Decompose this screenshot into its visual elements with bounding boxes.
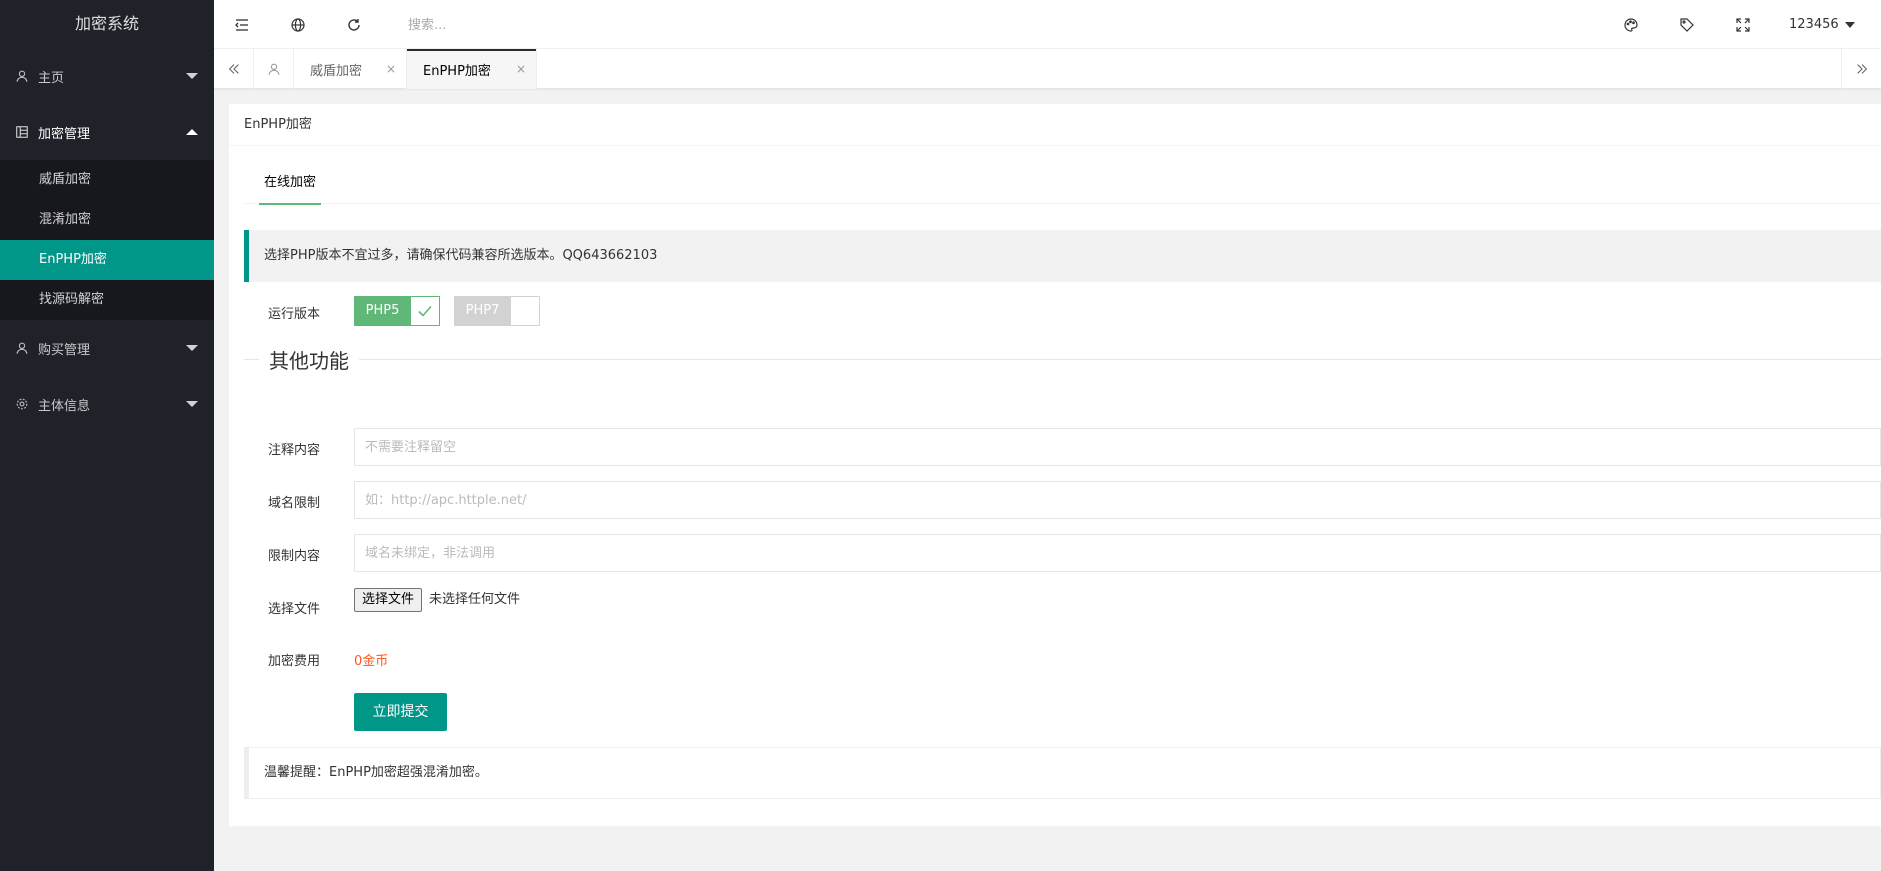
sidebar-item-label: 加密管理 (38, 126, 91, 142)
card-title: EnPHP加密 (229, 104, 1881, 146)
sidebar-subitem-obfuscate[interactable]: 混淆加密 (0, 200, 214, 240)
user-menu[interactable]: 123456 (1789, 0, 1855, 49)
submit-button[interactable]: 立即提交 (354, 693, 447, 731)
sidebar-subitem-enphp[interactable]: EnPHP加密 (0, 240, 214, 280)
tab-label: EnPHP加密 (423, 63, 491, 79)
home-tab-icon[interactable] (254, 49, 294, 89)
tag-icon[interactable] (1659, 0, 1715, 49)
section-legend: 其他功能 (259, 345, 359, 374)
chevron-down-icon (186, 73, 198, 79)
fee-value: 0金币 (354, 654, 389, 669)
checkbox-php7[interactable]: PHP7 (454, 296, 540, 326)
app-logo: 加密系统 (74, 14, 139, 33)
tabs-scroll-left-icon[interactable] (214, 49, 254, 89)
sidebar-item-label: 主体信息 (38, 398, 91, 414)
sidebar-item-label: 购买管理 (38, 342, 91, 358)
tab-weidun[interactable]: 威盾加密 × (294, 49, 407, 89)
tabs-scroll-right-icon[interactable] (1841, 49, 1881, 89)
sidebar-submenu: 威盾加密 混淆加密 EnPHP加密 找源码解密 (0, 160, 214, 320)
chevron-down-icon (186, 401, 198, 407)
subtab-bar: 在线加密 (244, 162, 1881, 205)
grid-icon (14, 124, 30, 140)
checkbox-label: PHP7 (454, 296, 511, 326)
checkbox-label: PHP5 (354, 296, 411, 326)
user-icon (14, 340, 30, 356)
close-icon[interactable]: × (386, 62, 396, 76)
palette-icon[interactable] (1603, 0, 1659, 49)
sidebar: 加密系统 主页 加密管理 威盾加密 混淆加密 EnPHP加密 找源码解密 购买管… (0, 0, 214, 871)
username: 123456 (1789, 17, 1839, 32)
sidebar-subitem-weidun[interactable]: 威盾加密 (0, 160, 214, 200)
sidebar-item-encrypt-manage[interactable]: 加密管理 (0, 104, 214, 160)
globe-icon[interactable] (270, 0, 326, 49)
sidebar-item-purchase[interactable]: 购买管理 (0, 320, 214, 376)
search-input[interactable] (408, 12, 608, 38)
choose-file-button[interactable]: 选择文件 (354, 588, 423, 612)
file-label: 选择文件 (268, 602, 321, 617)
version-label: 运行版本 (268, 307, 321, 322)
page-tabs: 威盾加密 × EnPHP加密 × (214, 49, 1881, 89)
close-icon[interactable]: × (516, 62, 526, 76)
domain-limit-input[interactable] (354, 481, 1881, 519)
tab-label: 威盾加密 (310, 63, 363, 79)
user-icon (14, 68, 30, 84)
file-status: 未选择任何文件 (429, 592, 521, 607)
checkbox-php5[interactable]: PHP5 (354, 296, 440, 326)
sidebar-item-subject-info[interactable]: 主体信息 (0, 376, 214, 432)
menu-toggle-icon[interactable] (214, 0, 270, 49)
caret-down-icon (1844, 21, 1855, 28)
main-card: EnPHP加密 在线加密 选择PHP版本不宜过多，请确保代码兼容所选版本。QQ6… (229, 104, 1881, 826)
limit-content-label: 限制内容 (268, 549, 321, 564)
sidebar-item-label: 主页 (38, 70, 65, 86)
limit-content-input[interactable] (354, 534, 1881, 572)
sidebar-item-home[interactable]: 主页 (0, 48, 214, 104)
tab-online-encrypt[interactable]: 在线加密 (259, 162, 322, 205)
sidebar-subitem-decrypt[interactable]: 找源码解密 (0, 280, 214, 320)
checkbox-box (511, 296, 540, 326)
fee-label: 加密费用 (268, 654, 321, 669)
top-header: 123456 (214, 0, 1881, 49)
notice-banner: 选择PHP版本不宜过多，请确保代码兼容所选版本。QQ643662103 (244, 230, 1881, 282)
chevron-down-icon (186, 345, 198, 351)
chevron-up-icon (186, 129, 198, 135)
tab-enphp[interactable]: EnPHP加密 × (407, 49, 537, 89)
check-icon (411, 296, 440, 326)
domain-limit-label: 域名限制 (268, 496, 321, 511)
comment-label: 注释内容 (268, 443, 321, 458)
fieldset-divider (244, 359, 1881, 361)
fullscreen-icon[interactable] (1715, 0, 1771, 49)
gear-icon (14, 396, 30, 412)
tip-banner: 温馨提醒：EnPHP加密超强混淆加密。 (244, 747, 1881, 799)
comment-input[interactable] (354, 428, 1881, 466)
refresh-icon[interactable] (326, 0, 382, 49)
